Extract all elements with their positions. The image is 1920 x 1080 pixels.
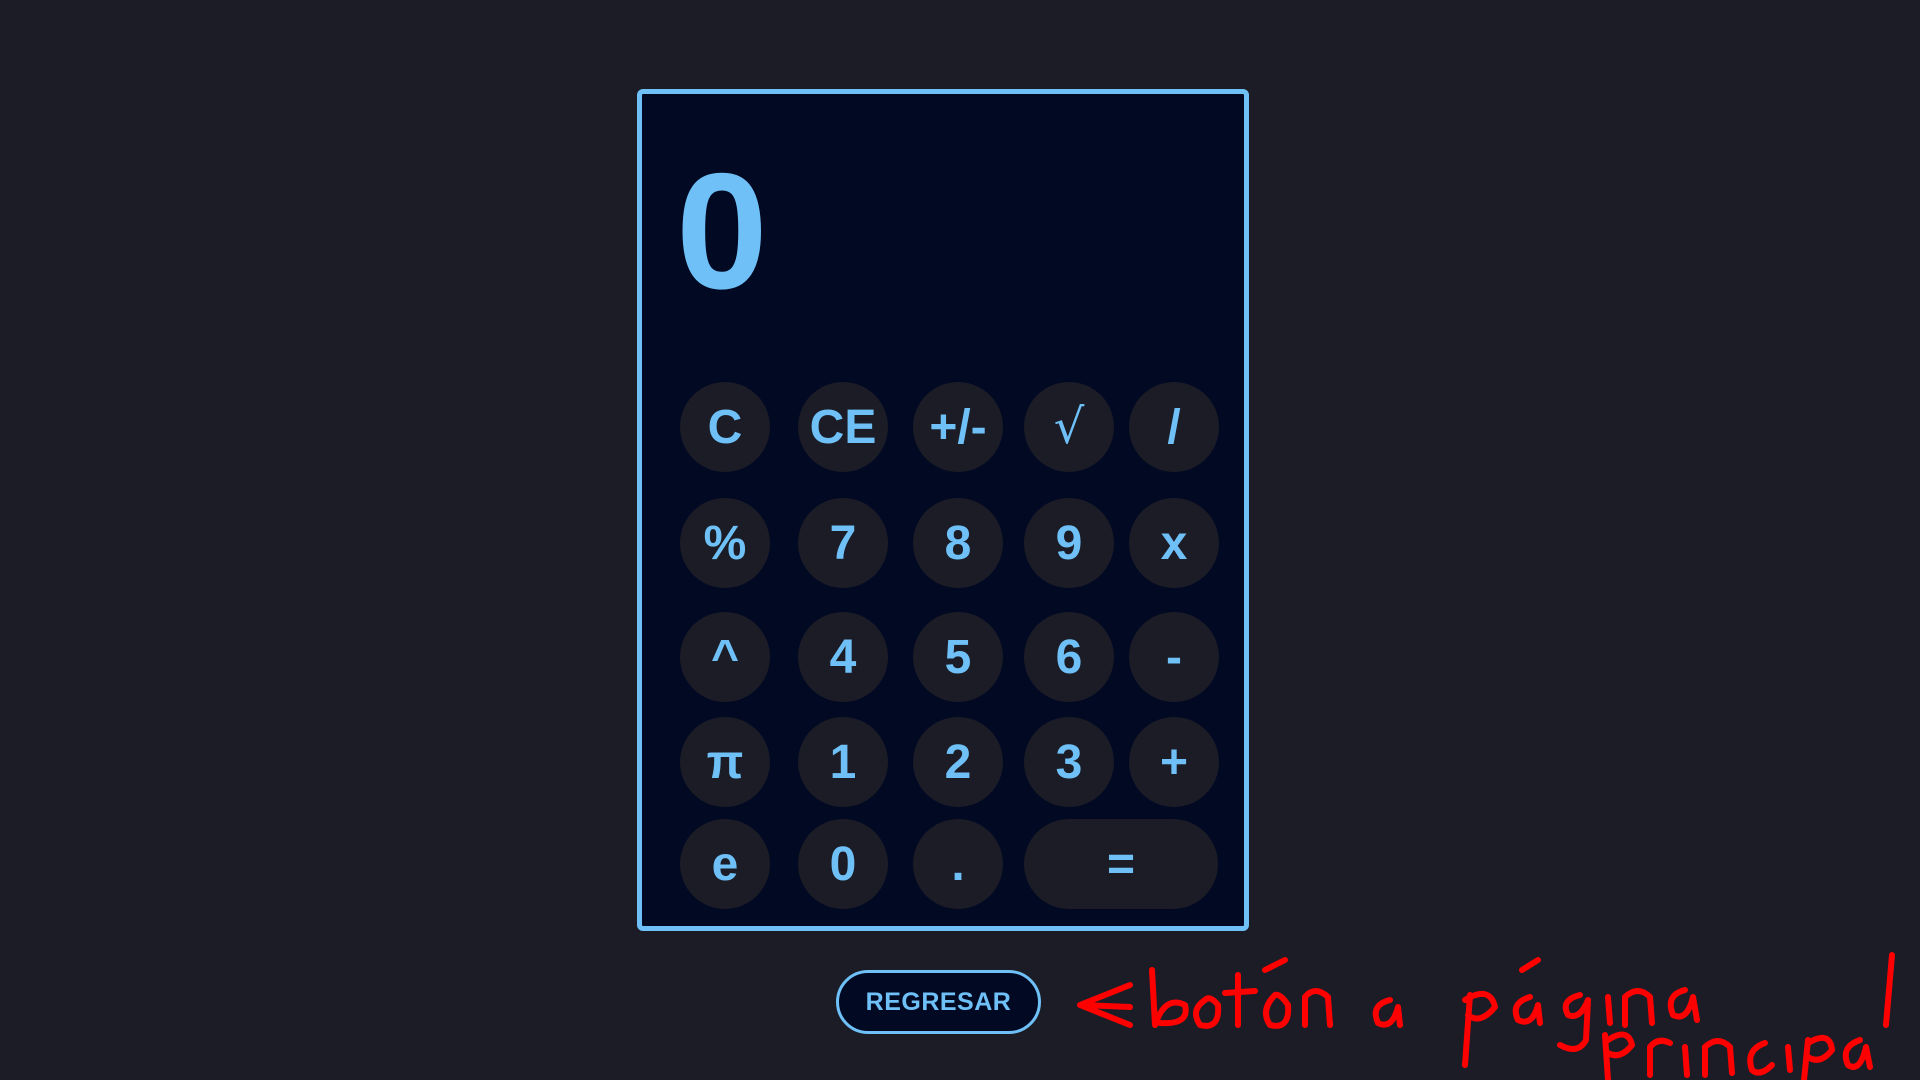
digit-4-button[interactable]: 4 [798, 612, 888, 702]
digit-6-button[interactable]: 6 [1024, 612, 1114, 702]
digit-9-button[interactable]: 9 [1024, 498, 1114, 588]
digit-5-button[interactable]: 5 [913, 612, 1003, 702]
divide-button[interactable]: / [1129, 382, 1219, 472]
clear-button[interactable]: C [680, 382, 770, 472]
euler-button[interactable]: e [680, 819, 770, 909]
equals-button[interactable]: = [1024, 819, 1218, 909]
digit-7-button[interactable]: 7 [798, 498, 888, 588]
back-button[interactable]: REGRESAR [836, 970, 1041, 1034]
digit-3-button[interactable]: 3 [1024, 717, 1114, 807]
square-root-button[interactable]: √ [1024, 382, 1114, 472]
multiply-button[interactable]: x [1129, 498, 1219, 588]
calculator: 0 C CE +/- √ / % 7 8 9 x ^ 4 5 6 - π 1 2… [637, 89, 1249, 931]
clear-entry-button[interactable]: CE [798, 382, 888, 472]
add-button[interactable]: + [1129, 717, 1219, 807]
digit-1-button[interactable]: 1 [798, 717, 888, 807]
subtract-button[interactable]: - [1129, 612, 1219, 702]
percent-button[interactable]: % [680, 498, 770, 588]
digit-2-button[interactable]: 2 [913, 717, 1003, 807]
power-button[interactable]: ^ [680, 612, 770, 702]
calculator-display: 0 [676, 139, 768, 323]
digit-8-button[interactable]: 8 [913, 498, 1003, 588]
handwritten-annotation [1077, 952, 1895, 1080]
pi-button[interactable]: π [680, 717, 770, 807]
digit-0-button[interactable]: 0 [798, 819, 888, 909]
decimal-point-button[interactable]: . [913, 819, 1003, 909]
toggle-sign-button[interactable]: +/- [913, 382, 1003, 472]
